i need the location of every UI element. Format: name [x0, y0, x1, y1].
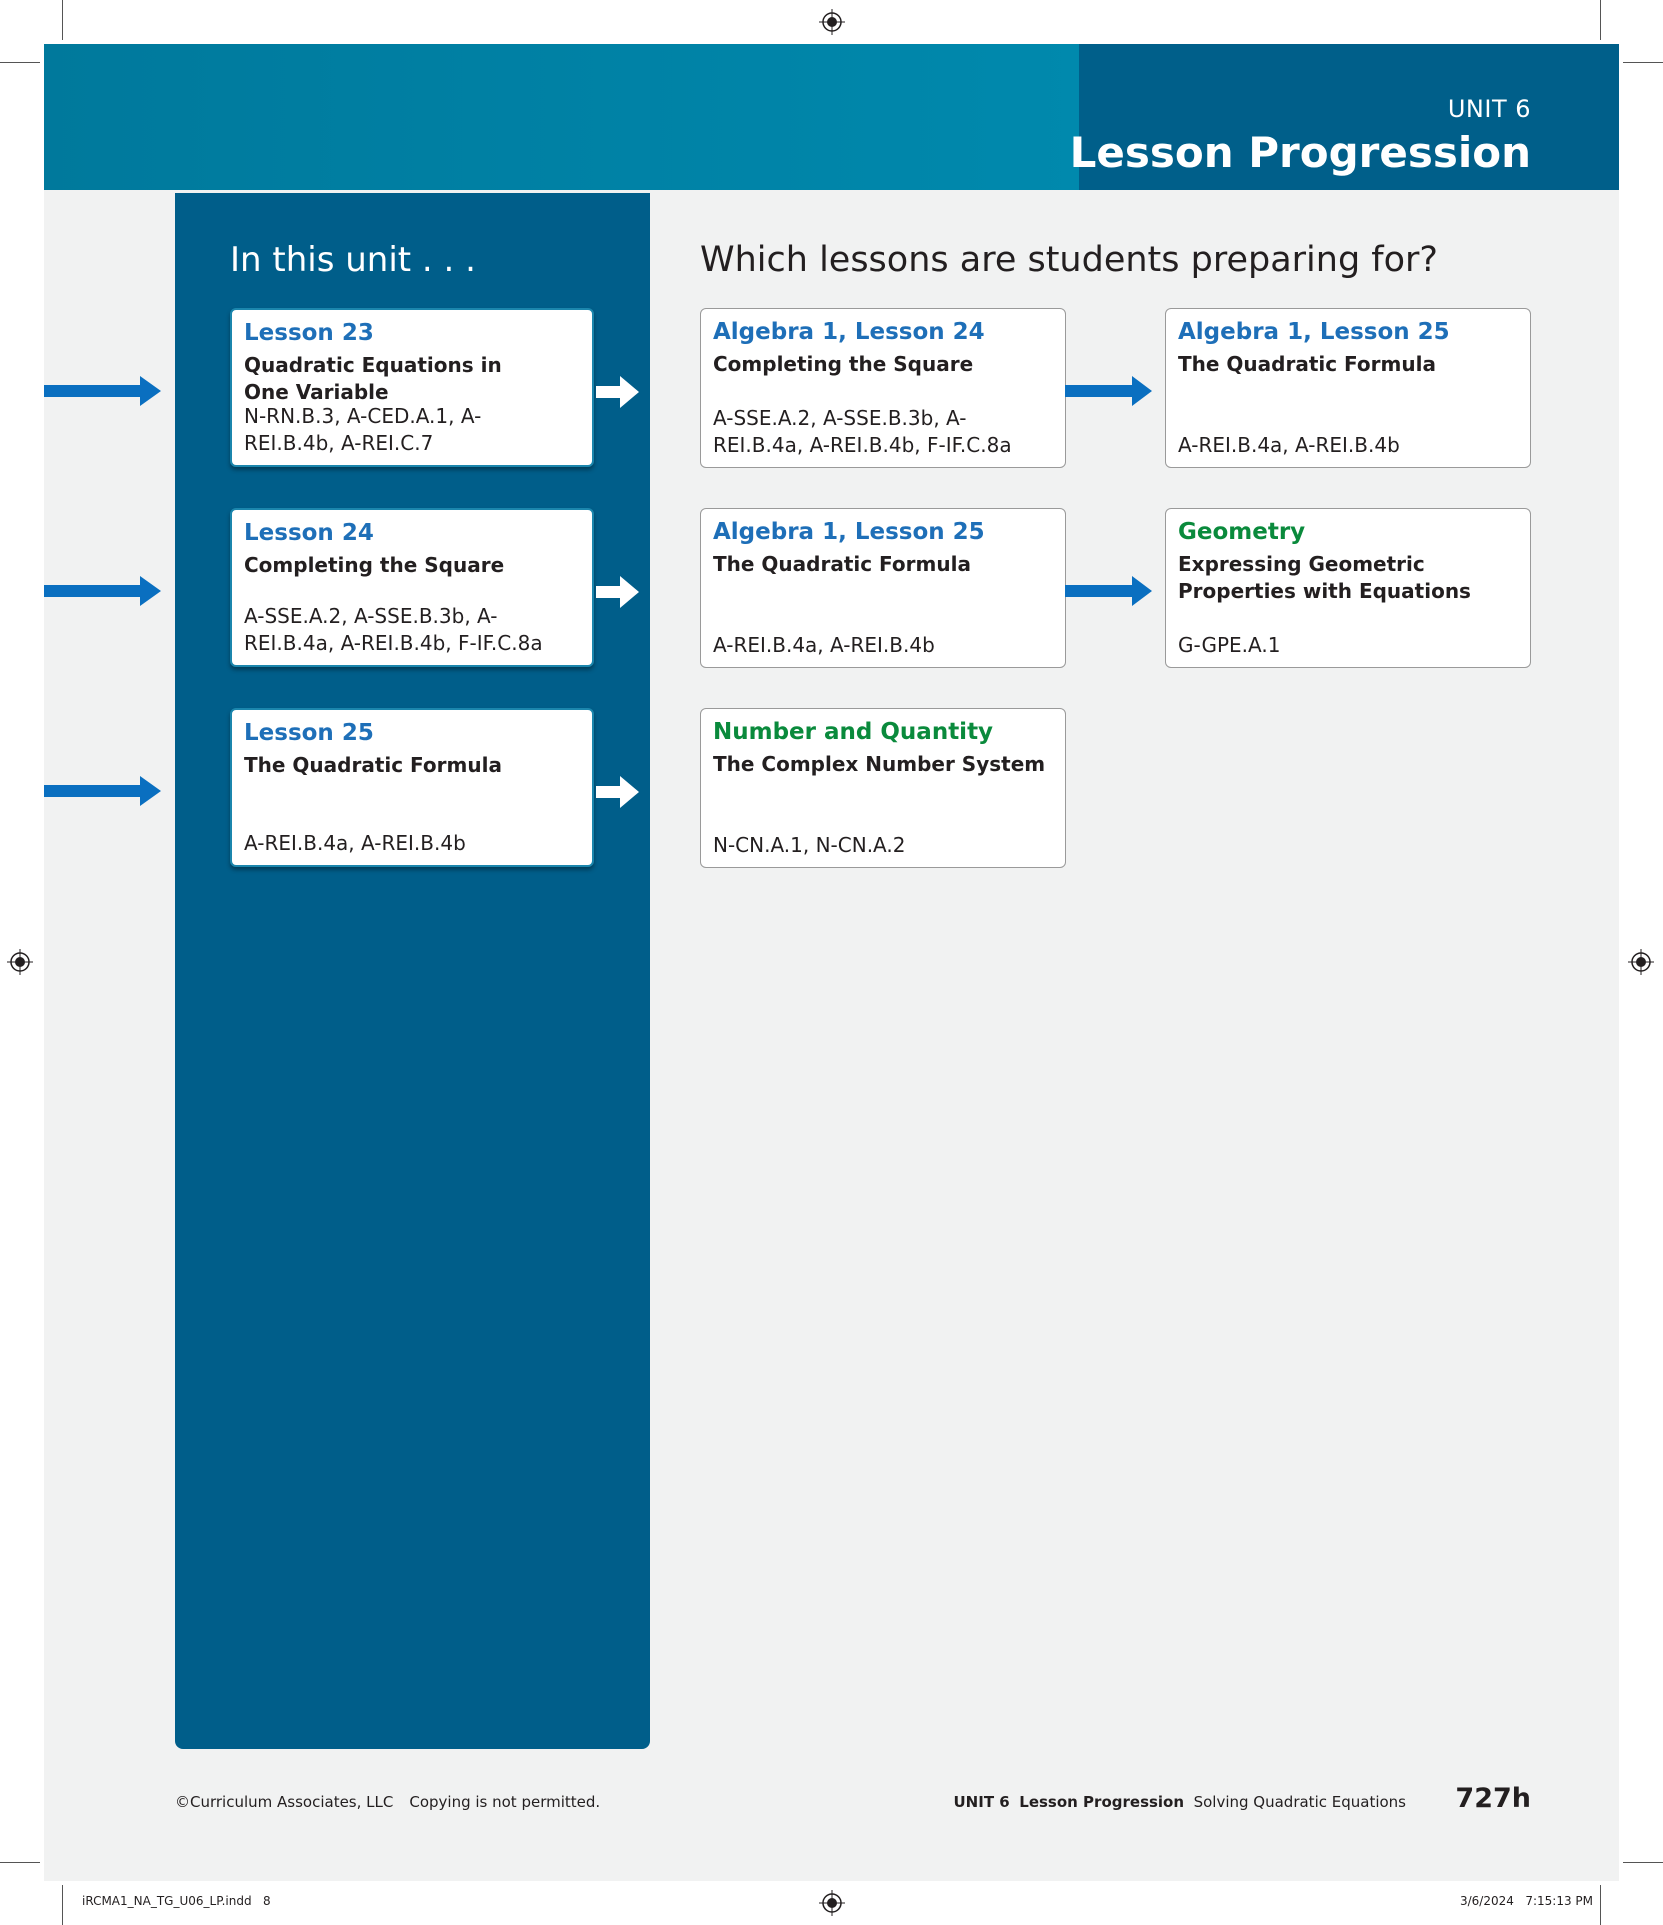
lesson-title: Number and Quantity — [713, 719, 994, 745]
crop-mark — [62, 0, 63, 40]
target-lesson-card: Number and Quantity The Complex Number S… — [700, 708, 1066, 868]
header-band — [44, 44, 1079, 190]
slug-filename: iRCMA1_NA_TG_U06_LP.indd 8 — [82, 1894, 271, 1908]
lesson-standards: N-CN.A.1, N-CN.A.2 — [713, 833, 906, 857]
lesson-name: The Quadratic Formula — [713, 552, 971, 576]
crop-mark — [0, 1862, 40, 1863]
footer-unit: UNIT 6 — [953, 1793, 1010, 1811]
crop-mark — [1600, 1885, 1601, 1925]
lesson-title: Algebra 1, Lesson 25 — [713, 519, 985, 545]
lesson-standards: A-SSE.A.2, A-SSE.B.3b, A-REI.B.4a, A-REI… — [713, 406, 1012, 457]
lesson-standards: N-RN.B.3, A-CED.A.1, A-REI.B.4b, A-REI.C… — [244, 404, 482, 455]
lesson-standards: A-REI.B.4a, A-REI.B.4b — [244, 831, 466, 855]
lesson-title: Algebra 1, Lesson 25 — [1178, 319, 1450, 345]
lesson-name: The Quadratic Formula — [1178, 352, 1436, 376]
page-number: 727h — [1455, 1783, 1531, 1814]
footer-topic: Solving Quadratic Equations — [1193, 1793, 1406, 1811]
arrow-right-icon — [596, 576, 639, 608]
unit-lesson-card: Lesson 25 The Quadratic Formula A-REI.B.… — [230, 708, 594, 867]
lesson-name: Quadratic Equations in One Variable — [244, 353, 502, 404]
copyright-text: ©Curriculum Associates, LLC — [175, 1793, 394, 1811]
arrow-right-icon — [596, 776, 639, 808]
lesson-title: Lesson 24 — [244, 520, 374, 546]
crop-mark — [62, 1885, 63, 1925]
lesson-standards: A-REI.B.4a, A-REI.B.4b — [713, 633, 935, 657]
target-lesson-card: Algebra 1, Lesson 25 The Quadratic Formu… — [1165, 308, 1531, 468]
registration-mark-icon — [819, 9, 845, 35]
arrow-right-icon — [1065, 576, 1152, 606]
slug-datetime: 3/6/2024 7:15:13 PM — [1459, 1894, 1593, 1908]
footer-section: Lesson Progression — [1019, 1793, 1185, 1811]
copying-notice: Copying is not permitted. — [409, 1793, 601, 1811]
copyright-notice: ©Curriculum Associates, LLC Copying is no… — [175, 1793, 600, 1811]
crop-mark — [0, 62, 40, 63]
registration-mark-icon — [1628, 949, 1654, 975]
target-lesson-card: Algebra 1, Lesson 25 The Quadratic Formu… — [700, 508, 1066, 668]
arrow-right-icon — [44, 376, 161, 406]
lesson-name: The Quadratic Formula — [244, 753, 502, 777]
unit-lesson-card: Lesson 23 Quadratic Equations in One Var… — [230, 308, 594, 467]
arrow-right-icon — [596, 376, 639, 408]
arrow-right-icon — [44, 576, 161, 606]
lesson-name: Completing the Square — [713, 352, 974, 376]
registration-mark-icon — [819, 1890, 845, 1916]
target-lesson-card: Geometry Expressing Geometric Properties… — [1165, 508, 1531, 668]
unit-label: UNIT 6 — [1447, 95, 1531, 123]
running-footer: UNIT 6 Lesson Progression Solving Quadra… — [954, 1793, 1407, 1811]
lesson-standards: G-GPE.A.1 — [1178, 633, 1281, 657]
preparing-for-heading: Which lessons are students preparing for… — [700, 240, 1439, 280]
lesson-standards: A-SSE.A.2, A-SSE.B.3b, A-REI.B.4a, A-REI… — [244, 604, 543, 655]
crop-mark — [1600, 0, 1601, 40]
unit-lesson-card: Lesson 24 Completing the Square A-SSE.A.… — [230, 508, 594, 667]
lesson-title: Lesson 23 — [244, 320, 374, 346]
page-title: Lesson Progression — [1069, 128, 1531, 177]
arrow-right-icon — [44, 776, 161, 806]
unit-lessons-heading: In this unit . . . — [230, 240, 476, 280]
lesson-title: Algebra 1, Lesson 24 — [713, 319, 985, 345]
lesson-title: Lesson 25 — [244, 720, 374, 746]
lesson-title: Geometry — [1178, 519, 1306, 545]
lesson-name: Expressing Geometric Properties with Equ… — [1178, 552, 1471, 603]
crop-mark — [1623, 1862, 1663, 1863]
lesson-name: The Complex Number System — [713, 752, 1046, 776]
registration-mark-icon — [7, 949, 33, 975]
lesson-standards: A-REI.B.4a, A-REI.B.4b — [1178, 433, 1400, 457]
lesson-name: Completing the Square — [244, 553, 505, 577]
arrow-right-icon — [1065, 376, 1152, 406]
crop-mark — [1623, 62, 1663, 63]
target-lesson-card: Algebra 1, Lesson 24 Completing the Squa… — [700, 308, 1066, 468]
